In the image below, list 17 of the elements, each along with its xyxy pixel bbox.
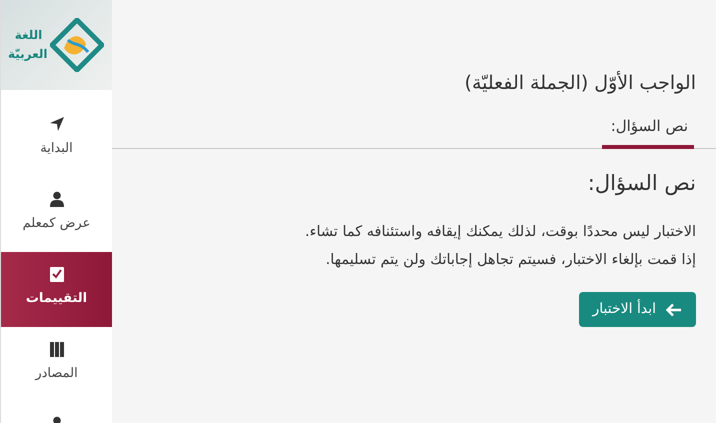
page-title: الواجب الأوّل (الجملة الفعليّة) — [464, 72, 697, 95]
instruction-text: الاختبار ليس محددًا بوقت، لذلك يمكنك إيقافه واستئنافه كما تشاء. — [304, 223, 697, 242]
sidebar-item[interactable]: البداية — [1, 102, 112, 177]
sidebar-item[interactable]: المصادر — [1, 327, 112, 402]
arrow-left-icon — [666, 302, 682, 317]
tab[interactable]: نص السؤال: — [602, 108, 694, 150]
instruction-text: إذا قمت بإلغاء الاختبار، فسيتم تجاهل إجاباتك ولن يتم تسليمها. — [324, 251, 697, 270]
navigation-arrow-icon — [48, 116, 64, 133]
calligraphy-emblem-icon — [50, 18, 104, 72]
sidebar-item[interactable]: عرض كمعلم — [1, 177, 112, 252]
start-button[interactable]: ابدأ الاختبار — [578, 292, 696, 328]
books-icon — [48, 341, 64, 358]
person-icon — [48, 191, 64, 208]
question-heading: نص السؤال: — [586, 171, 697, 196]
checklist-icon — [48, 266, 64, 283]
logo-text: اللغة العربيّة — [10, 26, 48, 63]
sidebar-item[interactable]: التقييمات — [1, 252, 112, 327]
